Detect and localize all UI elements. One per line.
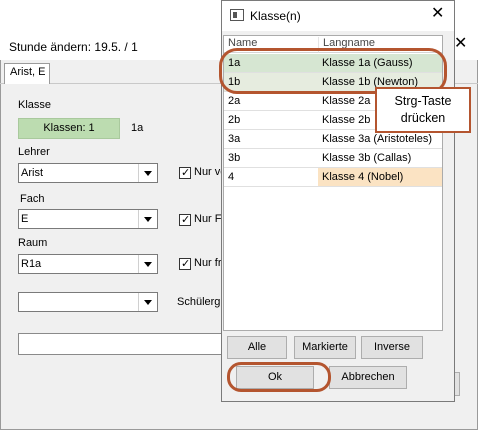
dialog-title: Stunde ändern: 19.5. / 1 [9, 40, 138, 54]
schuelergruppe-combobox[interactable] [18, 292, 158, 312]
nur-ve-checkbox[interactable] [179, 166, 191, 179]
dialog-close-icon[interactable]: ✕ [454, 36, 467, 52]
popup-title: Klasse(n) [250, 9, 301, 23]
row-name[interactable]: 4 [224, 168, 318, 187]
window-icon [230, 9, 244, 21]
fach-label: Fach [20, 193, 45, 205]
close-icon[interactable]: ✕ [431, 6, 444, 22]
lehrer-combobox[interactable]: Arist [18, 163, 158, 183]
lehrer-value: Arist [21, 167, 43, 179]
fach-combobox[interactable]: E [18, 209, 158, 229]
row-langname[interactable]: Klasse 3b (Callas) [318, 149, 442, 168]
row-name[interactable]: 3a [224, 130, 318, 149]
chevron-down-icon[interactable] [138, 293, 157, 311]
callout-line-1: Strg-Taste [394, 94, 452, 108]
fach-value: E [21, 213, 29, 225]
klassen-button[interactable]: Klassen: 1 [18, 118, 120, 139]
callout-line-2: drücken [400, 111, 446, 125]
row-name[interactable]: 2a [224, 92, 318, 111]
klasse-label: Klasse [18, 99, 52, 111]
annotation-callout: Strg-Taste drücken [375, 87, 471, 133]
tab-arist-e[interactable]: Arist, E [4, 63, 50, 84]
nur-fa-checkbox[interactable] [179, 213, 191, 226]
inverse-button[interactable]: Inverse [361, 336, 423, 359]
klasse-value: 1a [131, 122, 144, 134]
text-input[interactable] [18, 333, 228, 355]
row-name[interactable]: 2b [224, 111, 318, 130]
raum-combobox[interactable]: R1a [18, 254, 158, 274]
chevron-down-icon[interactable] [138, 164, 157, 182]
nur-fre-checkbox[interactable] [179, 257, 191, 270]
raum-value: R1a [21, 258, 42, 270]
lehrer-label: Lehrer [18, 146, 50, 158]
row-name[interactable]: 3b [224, 149, 318, 168]
chevron-down-icon[interactable] [138, 255, 157, 273]
highlight-oval-ok [227, 362, 331, 392]
alle-button[interactable]: Alle [227, 336, 287, 359]
abbrechen-button[interactable]: Abbrechen [329, 366, 407, 389]
row-langname[interactable]: Klasse 4 (Nobel) [318, 168, 442, 187]
schuelergruppe-label: Schülergr [177, 296, 225, 308]
markierte-button[interactable]: Markierte [294, 336, 356, 359]
raum-label: Raum [18, 237, 48, 249]
chevron-down-icon[interactable] [138, 210, 157, 228]
